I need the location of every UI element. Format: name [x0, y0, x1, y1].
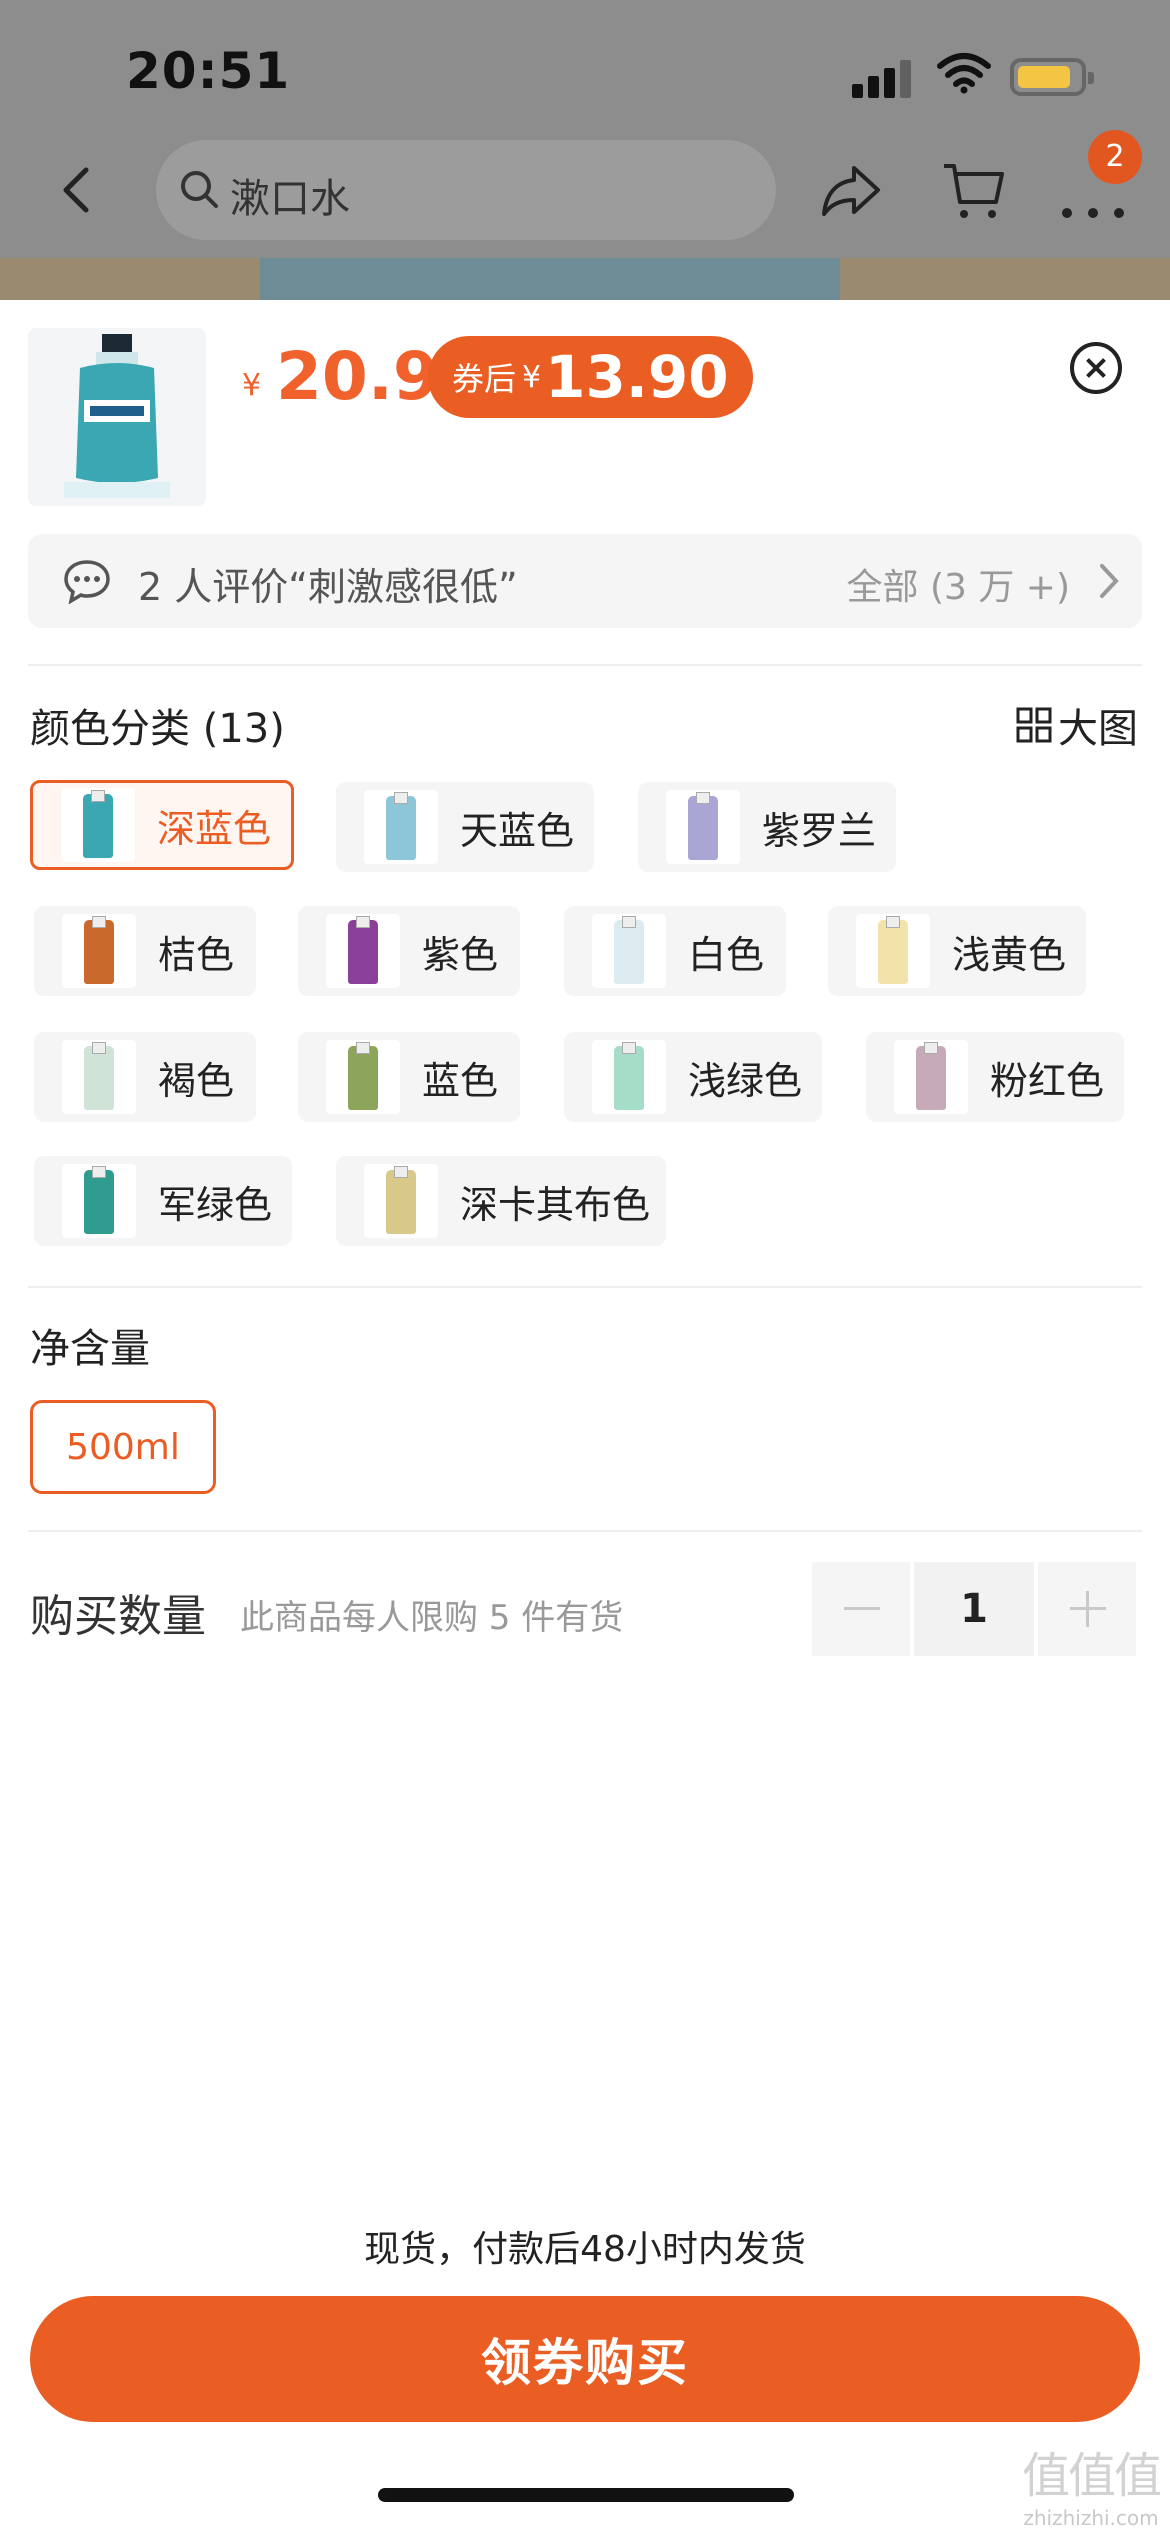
- watermark-domain: zhizhizhi.com: [1023, 2506, 1159, 2530]
- color-option-label: 浅黄色: [952, 932, 1067, 977]
- divider: [28, 1286, 1142, 1288]
- search-query: 漱口水: [230, 176, 350, 222]
- color-thumbnail: [62, 914, 136, 988]
- color-thumbnail: [666, 790, 740, 864]
- color-thumbnail: [364, 1164, 438, 1238]
- color-option[interactable]: 紫罗兰: [638, 782, 896, 872]
- divider: [28, 1530, 1142, 1532]
- background-banner: [0, 258, 1170, 300]
- chevron-right-icon: [1100, 564, 1119, 598]
- grid-view-icon: [1016, 707, 1052, 743]
- color-option-label: 天蓝色: [460, 808, 575, 853]
- quantity-value[interactable]: 1: [914, 1562, 1034, 1656]
- volume-option-500ml[interactable]: 500ml: [30, 1400, 216, 1494]
- color-option-label: 军绿色: [158, 1182, 273, 1227]
- color-option-label: 浅绿色: [688, 1058, 803, 1103]
- wifi-icon: [937, 53, 991, 94]
- status-time: 20:51: [126, 42, 291, 100]
- color-thumbnail: [592, 914, 666, 988]
- mouthwash-bottle-image: [64, 334, 170, 498]
- quantity-title: 购买数量: [30, 1591, 206, 1642]
- sku-sheet: ¥ 20.9 券后 ¥ 13.90 2 人评价“刺激感很低” 全部 (3 万 +…: [0, 300, 1170, 2532]
- color-thumbnail: [326, 1040, 400, 1114]
- increment-button[interactable]: [1038, 1562, 1136, 1656]
- color-option-label: 白色: [688, 932, 765, 977]
- color-thumbnail: [62, 1164, 136, 1238]
- coupon-currency: ¥: [522, 359, 542, 395]
- top-nav: 漱口水: [0, 130, 1170, 250]
- big-image-label: 大图: [1058, 706, 1138, 752]
- color-option[interactable]: 深卡其布色: [336, 1156, 666, 1246]
- search-input[interactable]: 漱口水: [156, 140, 776, 240]
- cart-icon[interactable]: [940, 158, 1006, 222]
- quantity-limit-note: 此商品每人限购 5 件有货: [240, 1598, 624, 1638]
- color-thumbnail: [856, 914, 930, 988]
- color-option[interactable]: 粉红色: [866, 1032, 1124, 1122]
- back-arrow-icon[interactable]: [48, 160, 108, 220]
- color-option[interactable]: 深蓝色: [30, 780, 294, 870]
- close-icon[interactable]: [1070, 342, 1122, 394]
- status-bar: 20:51: [0, 0, 1170, 140]
- color-option[interactable]: 军绿色: [34, 1156, 292, 1246]
- review-highlight: 2 人评价“刺激感很低”: [138, 565, 518, 609]
- volume-section-title: 净含量: [30, 1326, 150, 1372]
- decrement-button[interactable]: [812, 1562, 910, 1656]
- share-icon[interactable]: [820, 160, 884, 220]
- claim-coupon-buy-button[interactable]: 领券购买: [30, 2296, 1140, 2422]
- search-icon: [181, 171, 218, 208]
- color-thumbnail: [894, 1040, 968, 1114]
- big-image-toggle[interactable]: 大图: [1016, 696, 1138, 754]
- chat-bubble-icon: [64, 560, 110, 604]
- color-option[interactable]: 褐色: [34, 1032, 256, 1122]
- color-option[interactable]: 桔色: [34, 906, 256, 996]
- color-option-label: 深卡其布色: [460, 1182, 651, 1227]
- coupon-label: 券后: [452, 360, 517, 398]
- cellular-signal-icon: [852, 58, 914, 98]
- color-option-label: 粉红色: [990, 1058, 1105, 1103]
- divider: [28, 664, 1142, 666]
- color-option[interactable]: 浅黄色: [828, 906, 1086, 996]
- price-currency: ¥: [242, 368, 262, 403]
- color-option[interactable]: 紫色: [298, 906, 520, 996]
- color-option[interactable]: 白色: [564, 906, 786, 996]
- coupon-price-badge: 券后 ¥ 13.90: [428, 336, 753, 418]
- quantity-stepper: 1: [812, 1562, 1140, 1656]
- color-thumbnail: [62, 1040, 136, 1114]
- product-thumbnail[interactable]: [28, 328, 206, 506]
- color-option-label: 紫罗兰: [762, 808, 877, 853]
- color-option[interactable]: 浅绿色: [564, 1032, 822, 1122]
- shipping-note: 现货，付款后48小时内发货: [364, 2229, 806, 2270]
- color-option-label: 蓝色: [422, 1058, 499, 1103]
- watermark-logo: 值值值: [1021, 2448, 1162, 2504]
- price: 20.9: [276, 338, 439, 415]
- color-option-label: 桔色: [158, 932, 235, 977]
- cart-count-badge: 2: [1088, 130, 1142, 184]
- color-option-label: 褐色: [158, 1058, 235, 1103]
- color-thumbnail: [364, 790, 438, 864]
- color-option-label: 深蓝色: [157, 806, 272, 851]
- review-summary[interactable]: 2 人评价“刺激感很低” 全部 (3 万 +): [28, 534, 1142, 628]
- color-thumbnail: [61, 788, 135, 862]
- color-section-title: 颜色分类 (13): [30, 706, 285, 752]
- color-option-label: 紫色: [422, 932, 499, 977]
- color-option[interactable]: 天蓝色: [336, 782, 594, 872]
- coupon-price: 13.90: [545, 343, 729, 411]
- color-option[interactable]: 蓝色: [298, 1032, 520, 1122]
- site-watermark: 值值值 zhizhizhi.com: [1016, 2436, 1166, 2530]
- color-thumbnail: [326, 914, 400, 988]
- review-all-link[interactable]: 全部 (3 万 +): [847, 558, 1071, 610]
- battery-icon: [1010, 58, 1094, 96]
- home-indicator: [378, 2488, 794, 2502]
- color-thumbnail: [592, 1040, 666, 1114]
